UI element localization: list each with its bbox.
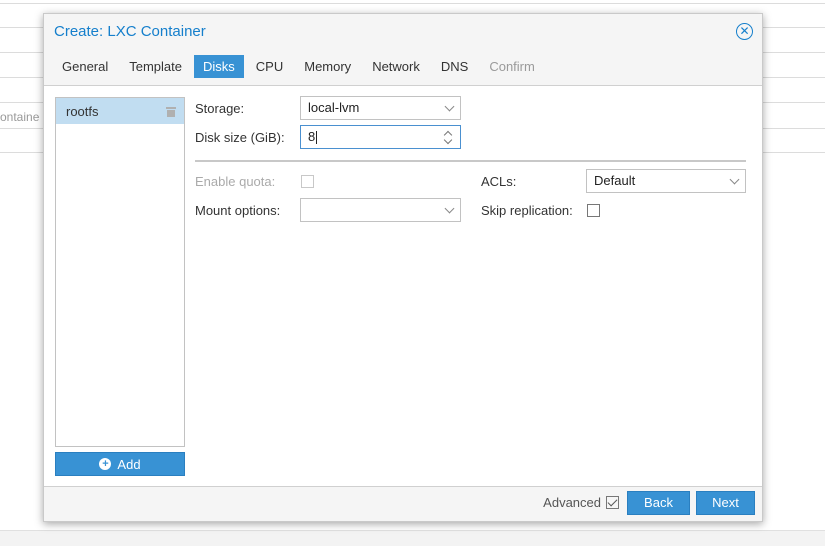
skip-replication-checkbox[interactable] — [587, 204, 600, 217]
advanced-toggle[interactable]: Advanced — [543, 495, 619, 510]
close-icon[interactable]: ✕ — [736, 23, 753, 40]
dialog-title: Create: LXC Container — [54, 23, 206, 40]
back-button[interactable]: Back — [627, 491, 690, 515]
tab-confirm: Confirm — [489, 59, 535, 74]
disk-item-rootfs[interactable]: rootfs — [56, 98, 184, 124]
storage-value: local-lvm — [308, 100, 360, 115]
tab-network[interactable]: Network — [363, 55, 429, 78]
tab-dns[interactable]: DNS — [432, 55, 477, 78]
enable-quota-label: Enable quota: — [195, 174, 276, 189]
plus-circle-icon: + — [99, 458, 112, 470]
background-bottom-bar — [0, 530, 825, 546]
next-button[interactable]: Next — [696, 491, 755, 515]
create-lxc-dialog: Create: LXC Container ✕ General Template… — [43, 13, 763, 522]
tab-disks[interactable]: Disks — [194, 55, 244, 78]
add-disk-button[interactable]: + Add — [55, 452, 185, 476]
acls-label: ACLs: — [481, 174, 517, 189]
trash-icon[interactable] — [166, 106, 176, 117]
chevron-down-icon — [446, 205, 454, 213]
spinner-icon[interactable] — [443, 128, 454, 146]
form-separator — [195, 160, 746, 162]
disk-size-value: 8 — [308, 129, 316, 144]
tab-template[interactable]: Template — [120, 55, 191, 78]
tab-memory[interactable]: Memory — [295, 55, 360, 78]
storage-select[interactable]: local-lvm — [300, 96, 461, 120]
acls-value: Default — [594, 173, 636, 188]
advanced-checkbox[interactable] — [606, 496, 619, 509]
skip-replication-label: Skip replication: — [481, 203, 573, 218]
disk-item-label: rootfs — [66, 103, 99, 119]
enable-quota-checkbox — [301, 175, 314, 188]
chevron-down-icon — [446, 103, 454, 111]
disk-list: rootfs — [55, 97, 185, 447]
background-row-line — [0, 3, 825, 4]
disk-size-input[interactable]: 8 — [300, 125, 461, 149]
background-fragment-text: ontaine — [0, 110, 40, 124]
disk-size-label: Disk size (GiB): — [195, 130, 285, 145]
advanced-label: Advanced — [543, 495, 601, 510]
add-button-label: Add — [117, 456, 141, 472]
storage-label: Storage: — [195, 101, 245, 116]
mount-options-select[interactable] — [300, 198, 461, 222]
tab-general[interactable]: General — [53, 55, 117, 78]
acls-select[interactable]: Default — [586, 169, 746, 193]
chevron-down-icon — [731, 176, 739, 184]
text-caret — [316, 131, 318, 145]
mount-options-label: Mount options: — [195, 203, 281, 218]
disks-panel: rootfs + Add Storage: local-lvm Disk siz… — [44, 85, 762, 487]
wizard-tabs: General Template Disks CPU Memory Networ… — [53, 55, 547, 78]
spin-down-icon[interactable] — [443, 135, 453, 145]
tab-cpu[interactable]: CPU — [247, 55, 292, 78]
